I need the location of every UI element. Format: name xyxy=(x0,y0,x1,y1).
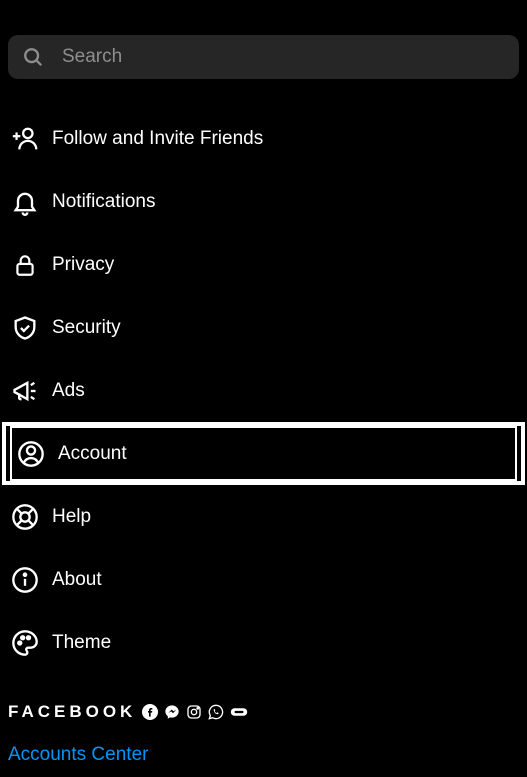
facebook-icon xyxy=(142,704,158,720)
menu-label: About xyxy=(52,569,102,591)
menu-item-privacy[interactable]: Privacy xyxy=(0,233,527,296)
menu-item-notifications[interactable]: Notifications xyxy=(0,170,527,233)
menu-label: Account xyxy=(58,443,127,465)
settings-menu: Follow and Invite Friends Notifications … xyxy=(0,79,527,674)
messenger-icon xyxy=(164,704,180,720)
search-bar[interactable] xyxy=(8,35,519,79)
add-user-icon xyxy=(8,124,42,154)
whatsapp-icon xyxy=(208,704,224,720)
menu-item-follow[interactable]: Follow and Invite Friends xyxy=(0,107,527,170)
palette-icon xyxy=(8,629,42,657)
menu-label: Notifications xyxy=(52,191,156,213)
footer: FACEBOOK Accounts Center xyxy=(0,674,527,766)
account-icon xyxy=(14,440,48,468)
oculus-icon xyxy=(230,704,248,720)
lock-icon xyxy=(8,251,42,279)
menu-item-security[interactable]: Security xyxy=(0,296,527,359)
accounts-center-link[interactable]: Accounts Center xyxy=(8,744,519,766)
menu-label: Privacy xyxy=(52,254,114,276)
menu-label: Security xyxy=(52,317,121,339)
menu-label: Follow and Invite Friends xyxy=(52,128,263,150)
menu-item-ads[interactable]: Ads xyxy=(0,359,527,422)
shield-check-icon xyxy=(8,314,42,342)
facebook-wordmark: FACEBOOK xyxy=(8,702,136,722)
info-icon xyxy=(8,566,42,594)
lifebuoy-icon xyxy=(8,503,42,531)
search-input[interactable] xyxy=(62,46,505,68)
menu-item-help[interactable]: Help xyxy=(0,485,527,548)
footer-logo-row: FACEBOOK xyxy=(8,702,519,722)
menu-item-account[interactable]: Account xyxy=(2,422,525,485)
megaphone-icon xyxy=(8,377,42,405)
menu-label: Help xyxy=(52,506,91,528)
menu-label: Ads xyxy=(52,380,85,402)
menu-label: Theme xyxy=(52,632,111,654)
menu-item-about[interactable]: About xyxy=(0,548,527,611)
search-icon xyxy=(22,46,44,68)
bell-icon xyxy=(8,188,42,216)
instagram-icon xyxy=(186,704,202,720)
menu-item-theme[interactable]: Theme xyxy=(0,611,527,674)
search-container xyxy=(0,0,527,79)
